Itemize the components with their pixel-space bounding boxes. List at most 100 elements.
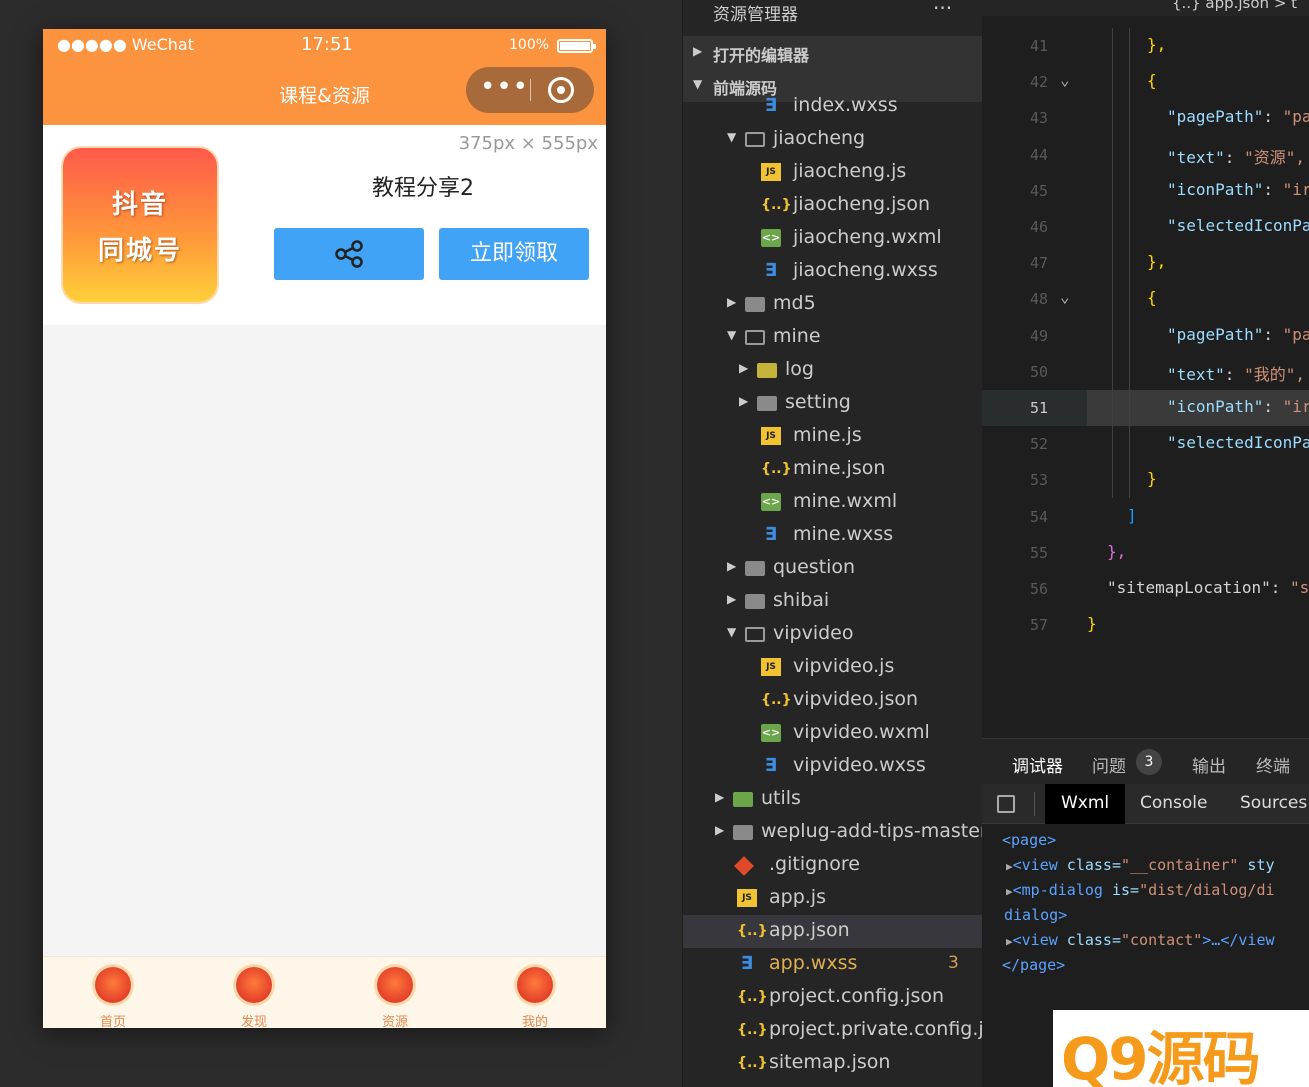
breadcrumb-file[interactable]: {..} app.json > t	[1172, 0, 1297, 12]
tree-item[interactable]: .gitignore	[683, 849, 983, 882]
tree-item[interactable]: {..} vipvideo.json	[683, 684, 983, 717]
chevron-right-icon[interactable]: ▶	[739, 361, 748, 375]
tab-terminal[interactable]: 终端	[1256, 752, 1290, 777]
code-line[interactable]: 54]	[982, 499, 1309, 535]
tab-discover[interactable]: 发现	[204, 957, 304, 1028]
tree-item[interactable]: {..} app.json	[683, 915, 983, 948]
tree-item[interactable]: ▶ setting	[683, 387, 983, 420]
code-line[interactable]: 43 "pagePath": "pa	[982, 100, 1309, 136]
wxml-line[interactable]: </page>	[1002, 956, 1309, 974]
tree-item[interactable]: ∃ vipvideo.wxss	[683, 750, 983, 783]
fold-chevron-icon[interactable]: ⌄	[1060, 287, 1070, 306]
inspect-element-icon[interactable]	[997, 795, 1015, 813]
tab-debugger[interactable]: 调试器	[1012, 752, 1063, 787]
tree-item[interactable]: ▼ jiaocheng	[683, 123, 983, 156]
tree-item-label: project.config.json	[769, 985, 945, 1007]
tree-item[interactable]: ▼ vipvideo	[683, 618, 983, 651]
chevron-right-icon[interactable]: ▶	[739, 394, 748, 408]
tree-item[interactable]: ∃ jiaocheng.wxss	[683, 255, 983, 288]
tree-item[interactable]: <> vipvideo.wxml	[683, 717, 983, 750]
claim-now-button[interactable]: 立即领取	[439, 228, 589, 280]
more-actions-icon[interactable]: ···	[933, 0, 952, 20]
expand-triangle-icon[interactable]: ▶	[1006, 885, 1013, 898]
tab-label: 发现	[240, 1015, 267, 1028]
tab-mine[interactable]: 我的	[485, 957, 585, 1028]
tree-item-label: log	[785, 358, 814, 380]
tree-item[interactable]: ▶ utils	[683, 783, 983, 816]
close-miniprogram-icon[interactable]	[548, 77, 574, 103]
tree-item[interactable]: ▶ log	[683, 354, 983, 387]
code-editor[interactable]: 41}, 42 ⌄ {43 "pagePath": "pa 44 "text": "资源",…	[982, 0, 1309, 738]
wxml-line[interactable]: dialog>	[1004, 906, 1309, 924]
tab-wxml[interactable]: Wxml	[1045, 784, 1126, 824]
chevron-right-icon[interactable]: ▶	[727, 295, 736, 309]
tree-item[interactable]: ▶ md5	[683, 288, 983, 321]
code-line[interactable]: 48 ⌄ {	[982, 281, 1309, 317]
phone-screen: ●●●●● WeChat 17:51 100% 课程&资源 ••• 375px …	[43, 29, 606, 1028]
tree-item[interactable]: JS jiaocheng.js	[683, 156, 983, 189]
more-menu-icon[interactable]: •••	[480, 73, 528, 105]
wxml-line[interactable]: ▶<view class="contact">…</view	[1006, 931, 1309, 949]
code-line[interactable]: 49 "pagePath": "pa	[982, 318, 1309, 354]
expand-triangle-icon[interactable]: ▶	[1006, 860, 1013, 873]
tab-sources[interactable]: Sources	[1240, 793, 1307, 813]
tree-item[interactable]: <> jiaocheng.wxml	[683, 222, 983, 255]
tree-item[interactable]: ▶ shibai	[683, 585, 983, 618]
code-line[interactable]: 45 "iconPath": "ir	[982, 173, 1309, 209]
chevron-right-icon[interactable]: ▶	[727, 592, 736, 606]
tab-issues[interactable]: 问题	[1092, 752, 1126, 777]
expand-triangle-icon[interactable]: ▶	[1006, 935, 1013, 948]
tree-item[interactable]: {..} sitemap.json	[683, 1047, 983, 1080]
fold-chevron-icon[interactable]: ⌄	[1060, 70, 1070, 89]
tree-item[interactable]: ∃ index.wxss	[683, 90, 983, 123]
tree-item[interactable]: {..} mine.json	[683, 453, 983, 486]
tree-item[interactable]: JS vipvideo.js	[683, 651, 983, 684]
line-number: 47	[1029, 254, 1048, 273]
code-line[interactable]: 52 "selectedIconPa	[982, 426, 1309, 462]
tree-item[interactable]: ∃ mine.wxss	[683, 519, 983, 552]
tab-home[interactable]: 首页	[63, 957, 163, 1028]
folder-icon	[745, 627, 765, 642]
code-line[interactable]: 46 "selectedIconPa	[982, 209, 1309, 245]
wxml-line[interactable]: ▶<mp-dialog is="dist/dialog/di	[1006, 881, 1309, 899]
chevron-down-icon[interactable]: ▼	[727, 328, 736, 342]
section-open-editors[interactable]: ▶ 打开的编辑器	[683, 36, 983, 69]
share-button[interactable]	[274, 228, 424, 280]
code-line[interactable]: 57}	[982, 607, 1309, 643]
tree-item-label: project.private.config.js...	[769, 1018, 1012, 1040]
tree-item[interactable]: ▼ mine	[683, 321, 983, 354]
code-line[interactable]: 41},	[982, 28, 1309, 64]
code-line[interactable]: 50 "text": "我的",	[982, 354, 1309, 390]
code-line[interactable]: 55},	[982, 535, 1309, 571]
code-line[interactable]: 47},	[982, 245, 1309, 281]
tree-item-label: jiaocheng	[773, 127, 866, 149]
code-line[interactable]: 53}	[982, 462, 1309, 498]
xml-attr-value: "__container"	[1121, 856, 1239, 874]
code-line[interactable]: 51 "iconPath": "ir	[982, 390, 1309, 426]
code-line[interactable]: 44 "text": "资源",	[982, 137, 1309, 173]
code-line[interactable]: 42 ⌄ {	[982, 64, 1309, 100]
chevron-down-icon[interactable]: ▼	[727, 625, 736, 639]
json-value: "s	[1290, 578, 1309, 597]
chevron-right-icon[interactable]: ▶	[715, 823, 724, 837]
wxml-line[interactable]: ▶<view class="__container" sty	[1006, 856, 1309, 874]
chevron-down-icon[interactable]: ▼	[727, 130, 736, 144]
tree-item[interactable]: {..} project.config.json	[683, 981, 983, 1014]
chevron-right-icon[interactable]: ▶	[727, 559, 736, 573]
tab-output[interactable]: 输出	[1192, 752, 1226, 777]
code-line[interactable]: 56 "sitemapLocation": "s	[982, 571, 1309, 607]
wxml-line[interactable]: <page>	[1002, 831, 1309, 849]
json-key: "text"	[1167, 364, 1225, 384]
tree-item[interactable]: {..} jiaocheng.json	[683, 189, 983, 222]
tree-item[interactable]: ∃ app.wxss 3	[683, 948, 983, 981]
tree-item[interactable]: {..} project.private.config.js...	[683, 1014, 1012, 1047]
tree-item[interactable]: ▶ question	[683, 552, 983, 585]
tree-item[interactable]: JS app.js	[683, 882, 983, 915]
line-number: 46	[1029, 218, 1048, 236]
tab-console[interactable]: Console	[1140, 793, 1208, 813]
chevron-right-icon[interactable]: ▶	[715, 790, 724, 804]
tab-resources[interactable]: 资源	[345, 957, 445, 1028]
tree-item[interactable]: JS mine.js	[683, 420, 983, 453]
tree-item[interactable]: <> mine.wxml	[683, 486, 983, 519]
tree-item[interactable]: ▶ weplug-add-tips-master	[683, 816, 988, 849]
